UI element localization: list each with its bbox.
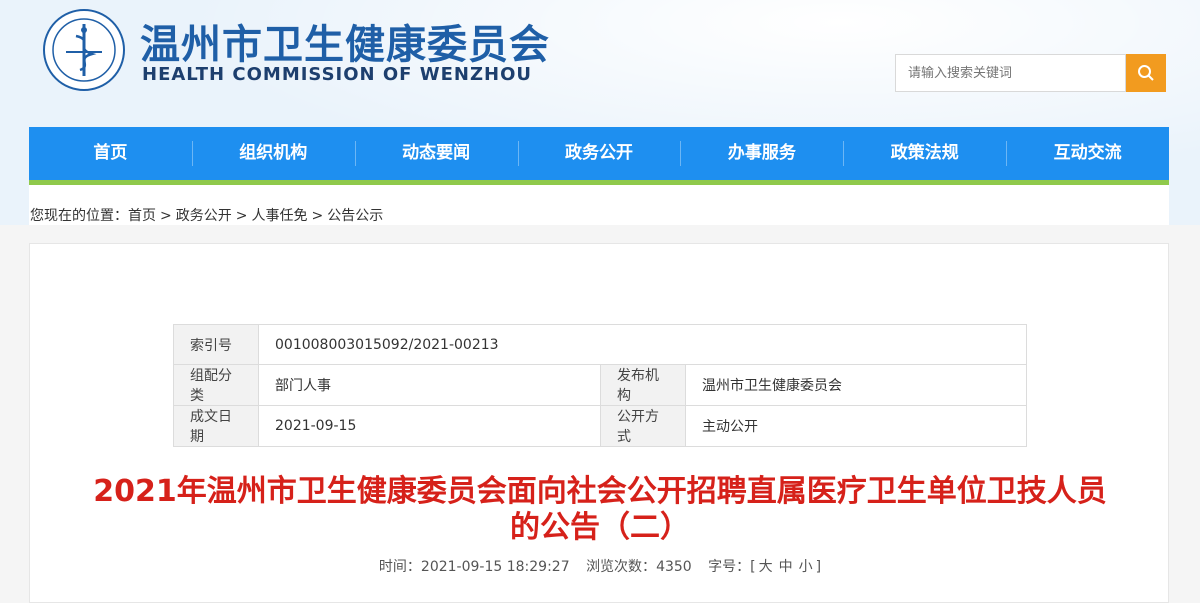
breadcrumb: 您现在的位置：首页 > 政务公开 > 人事任免 > 公告公示 (30, 205, 383, 225)
breadcrumb-separator: > (160, 208, 172, 224)
disclosure-value: 主动公开 (685, 405, 1027, 447)
index-value: 001008003015092/2021-00213 (258, 324, 1027, 365)
breadcrumb-separator: > (311, 208, 324, 224)
font-size-medium-button[interactable]: 中 (779, 559, 793, 575)
main-nav: 首页 组织机构 动态要闻 政务公开 办事服务 政策法规 互动交流 (29, 127, 1169, 180)
date-label: 成文日期 (173, 405, 259, 447)
category-label: 组配分类 (173, 364, 259, 406)
category-value: 部门人事 (258, 364, 601, 406)
time-value: 2021-09-15 18:29:27 (420, 559, 570, 575)
document-meta-table: 索引号 001008003015092/2021-00213 组配分类 部门人事… (173, 324, 1027, 447)
time-label: 时间： (378, 559, 421, 575)
breadcrumb-prefix: 您现在的位置： (30, 208, 128, 224)
font-size-large-button[interactable]: 大 (759, 559, 773, 575)
views-value: 4350 (656, 559, 692, 575)
breadcrumb-separator: > (235, 208, 248, 224)
nav-policies[interactable]: 政策法规 (843, 127, 1006, 180)
breadcrumb-personnel[interactable]: 人事任免 (251, 208, 307, 224)
publisher-value: 温州市卫生健康委员会 (685, 364, 1027, 406)
site-title-chinese: 温州市卫生健康委员会 (140, 21, 550, 68)
site-title-english: HEALTH COMMISSION OF WENZHOU (142, 64, 532, 85)
disclosure-label: 公开方式 (600, 405, 686, 447)
article-info: 时间：2021-09-15 18:29:27 浏览次数：4350 字号：[大中小… (0, 556, 1200, 576)
nav-news[interactable]: 动态要闻 (354, 127, 518, 180)
index-label: 索引号 (173, 324, 259, 365)
nav-interaction[interactable]: 互动交流 (1006, 127, 1169, 180)
nav-government-affairs[interactable]: 政务公开 (517, 127, 681, 180)
article-title-line-2: 的公告（二） (510, 510, 690, 545)
font-size-close-bracket: ] (815, 559, 822, 575)
views-label: 浏览次数： (586, 559, 657, 575)
font-size-small-button[interactable]: 小 (799, 559, 813, 575)
date-value: 2021-09-15 (258, 405, 601, 447)
breadcrumb-government-affairs[interactable]: 政务公开 (176, 208, 232, 224)
nav-home[interactable]: 首页 (29, 127, 192, 180)
nav-services[interactable]: 办事服务 (680, 127, 843, 180)
article-title: 2021年温州市卫生健康委员会面向社会公开招聘直属医疗卫生单位卫技人员 的公告（… (40, 474, 1160, 546)
search-icon (1138, 65, 1154, 81)
health-commission-emblem-icon (43, 9, 125, 91)
font-size-open-bracket: [ (750, 559, 756, 575)
article-title-line-1: 2021年温州市卫生健康委员会面向社会公开招聘直属医疗卫生单位卫技人员 (93, 474, 1107, 509)
breadcrumb-home[interactable]: 首页 (128, 208, 156, 224)
meta-row-index: 索引号 001008003015092/2021-00213 (173, 324, 1027, 365)
search-input[interactable] (895, 54, 1126, 92)
nav-organization[interactable]: 组织机构 (191, 127, 355, 180)
font-size-label: 字号： (708, 559, 751, 575)
breadcrumb-announcements[interactable]: 公告公示 (327, 208, 383, 224)
search-button[interactable] (1126, 54, 1166, 92)
meta-row-category: 组配分类 部门人事 发布机构 温州市卫生健康委员会 (173, 364, 1027, 406)
meta-row-date: 成文日期 2021-09-15 公开方式 主动公开 (173, 405, 1027, 447)
publisher-label: 发布机构 (600, 364, 686, 406)
